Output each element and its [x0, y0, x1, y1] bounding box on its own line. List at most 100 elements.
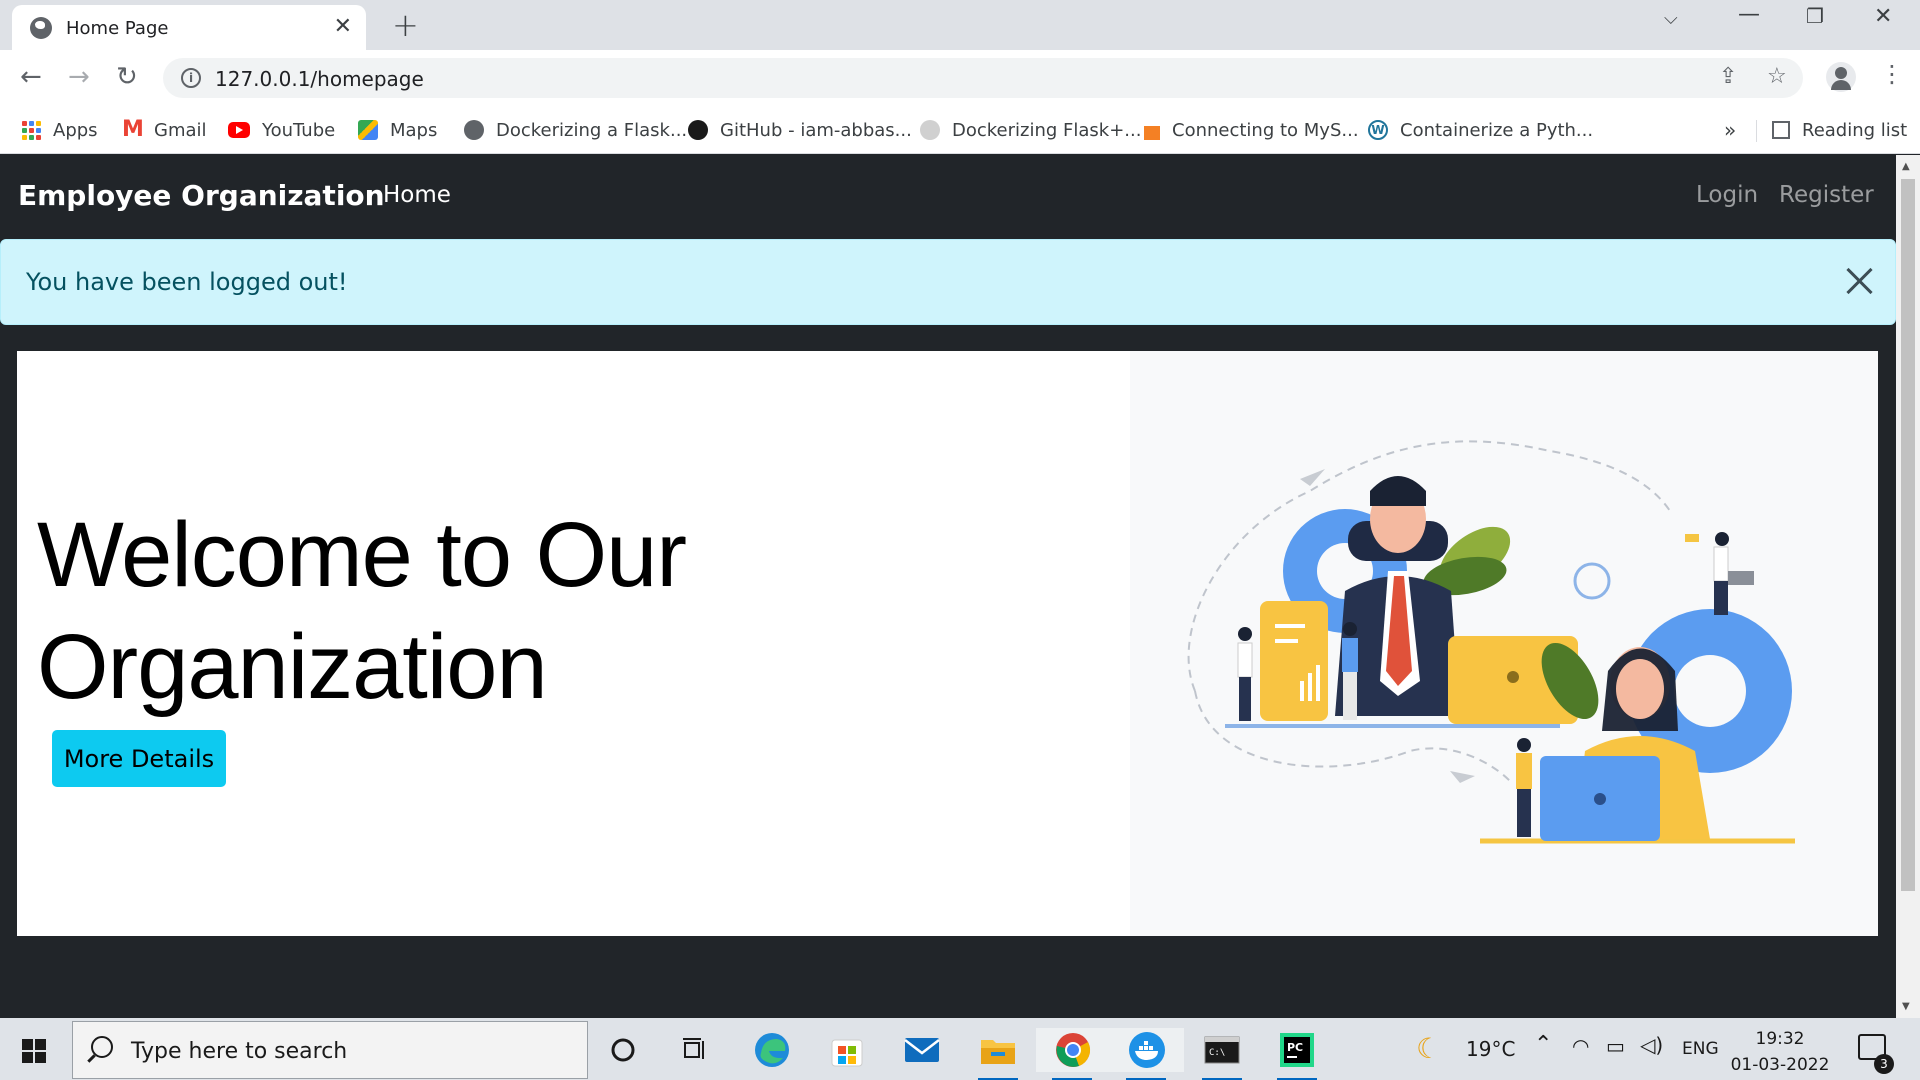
tab-search-icon[interactable]: ⌵: [1664, 8, 1678, 29]
docker-icon[interactable]: [1110, 1028, 1184, 1080]
battery-icon[interactable]: ▭: [1606, 1034, 1625, 1058]
reload-icon[interactable]: ↻: [116, 62, 138, 92]
logout-alert: You have been logged out!: [0, 239, 1896, 325]
close-window-button[interactable]: ✕: [1874, 4, 1892, 29]
svg-text:C:\: C:\: [1209, 1048, 1225, 1058]
bookmark-dockerizing-flask[interactable]: Dockerizing a Flask...: [464, 116, 687, 144]
gmail-icon: M: [122, 117, 144, 142]
scrollbar-thumb[interactable]: [1901, 179, 1915, 891]
bookmark-apps[interactable]: Apps: [22, 116, 98, 144]
pycharm-icon[interactable]: PC: [1275, 1028, 1319, 1080]
bookmarks-bar: Apps M Gmail YouTube Maps Dockerizing a …: [0, 106, 1920, 154]
hero-illustration: [1130, 351, 1878, 936]
page-scrollbar[interactable]: ▲ ▼: [1896, 155, 1920, 1018]
reading-list-icon: [1772, 121, 1790, 139]
bookmark-connecting-mysql[interactable]: Connecting to MyS...: [1144, 116, 1359, 144]
chrome-icon[interactable]: [1036, 1028, 1110, 1080]
browser-tab[interactable]: Home Page ✕: [12, 5, 366, 50]
scroll-down-arrow-icon[interactable]: ▼: [1902, 1001, 1910, 1012]
bookmark-label: GitHub - iam-abbas...: [720, 119, 912, 141]
reading-list-button[interactable]: Reading list: [1772, 116, 1907, 144]
nav-register-link[interactable]: Register: [1779, 182, 1874, 208]
more-bookmarks-button[interactable]: »: [1724, 118, 1736, 142]
restore-button[interactable]: ❐: [1806, 4, 1824, 28]
bookmark-label: Gmail: [154, 119, 207, 141]
more-details-button[interactable]: More Details: [52, 730, 226, 787]
bookmark-containerize-python[interactable]: W Containerize a Pyth...: [1368, 116, 1593, 144]
back-arrow-icon[interactable]: ←: [20, 62, 42, 92]
bookmark-maps[interactable]: Maps: [358, 116, 437, 144]
clock-date: 01-03-2022: [1730, 1055, 1830, 1075]
windows-taskbar: Type here to search C:\ PC ☾ 19°C ⌃ ◠ ▭ …: [0, 1018, 1920, 1080]
volume-icon[interactable]: ◁): [1640, 1033, 1663, 1057]
hero-title-line1: Welcome to Our: [37, 504, 687, 606]
wifi-icon[interactable]: ◠: [1572, 1034, 1589, 1058]
bookmark-youtube[interactable]: YouTube: [228, 116, 335, 144]
scroll-up-arrow-icon[interactable]: ▲: [1902, 161, 1910, 172]
apps-grid-icon: [22, 120, 41, 140]
profile-avatar-icon[interactable]: [1826, 62, 1856, 92]
hero-section: Welcome to Our Organization More Details: [17, 351, 1878, 936]
alert-message: You have been logged out!: [26, 268, 348, 296]
hero-title-line2: Organization: [37, 616, 548, 718]
bookmark-label: Maps: [390, 119, 438, 141]
edge-browser-icon[interactable]: [750, 1028, 794, 1072]
windows-start-icon[interactable]: [22, 1039, 46, 1063]
search-placeholder: Type here to search: [131, 1039, 348, 1064]
bookmark-label: Apps: [53, 119, 98, 141]
bookmark-dockerizing-flask-plus[interactable]: Dockerizing Flask+...: [920, 116, 1141, 144]
browser-tab-strip: Home Page ✕ + ⌵ — ❐ ✕: [0, 0, 1920, 50]
bookmarks-divider: [1756, 120, 1757, 142]
globe-icon: [464, 120, 484, 140]
bookmark-github[interactable]: GitHub - iam-abbas...: [688, 116, 912, 144]
weather-temperature[interactable]: 19°C: [1466, 1037, 1515, 1061]
chevron-up-icon[interactable]: ⌃: [1534, 1032, 1552, 1057]
command-prompt-icon[interactable]: C:\: [1200, 1028, 1244, 1080]
cortana-icon[interactable]: [601, 1028, 645, 1072]
site-icon: [920, 120, 940, 140]
taskbar-clock[interactable]: 19:32 01-03-2022: [1724, 1026, 1836, 1078]
share-icon[interactable]: ⇪: [1719, 64, 1737, 89]
maps-icon: [358, 120, 378, 140]
alert-close-icon[interactable]: [1839, 260, 1879, 300]
bookmark-label: Dockerizing a Flask...: [496, 119, 688, 141]
clock-time: 19:32: [1755, 1029, 1805, 1049]
nav-login-link[interactable]: Login: [1696, 182, 1758, 208]
search-icon: [91, 1036, 113, 1058]
url-text[interactable]: 127.0.0.1/homepage: [215, 67, 424, 91]
wordpress-icon: W: [1368, 120, 1388, 140]
bookmark-label: Dockerizing Flask+...: [952, 119, 1142, 141]
close-tab-icon[interactable]: ✕: [334, 14, 352, 39]
taskbar-search-input[interactable]: Type here to search: [72, 1021, 588, 1079]
bookmark-star-icon[interactable]: ☆: [1767, 64, 1787, 89]
bookmark-gmail[interactable]: M Gmail: [122, 116, 207, 144]
hero-title: Welcome to Our Organization: [37, 499, 837, 723]
page-viewport: Employee Organization Home Login Registe…: [0, 155, 1896, 1018]
nav-home-link[interactable]: Home: [383, 182, 451, 208]
bookmark-label: Connecting to MyS...: [1172, 119, 1359, 141]
minimize-button[interactable]: —: [1738, 2, 1760, 27]
address-bar[interactable]: i 127.0.0.1/homepage ⇪ ☆: [163, 58, 1803, 98]
notification-count-badge: 3: [1874, 1054, 1894, 1074]
language-indicator[interactable]: ENG: [1682, 1039, 1719, 1059]
mail-icon[interactable]: [900, 1028, 944, 1072]
reading-list-label: Reading list: [1802, 119, 1908, 141]
site-info-icon[interactable]: i: [181, 68, 201, 88]
site-navbar: Employee Organization Home Login Registe…: [0, 155, 1896, 239]
browser-toolbar: ← → ↻ i 127.0.0.1/homepage ⇪ ☆ ⋮: [0, 50, 1920, 106]
bookmark-label: YouTube: [262, 119, 336, 141]
file-explorer-icon[interactable]: [976, 1028, 1020, 1080]
weather-moon-icon[interactable]: ☾: [1416, 1032, 1441, 1065]
forward-arrow-icon[interactable]: →: [68, 62, 90, 92]
new-tab-button[interactable]: +: [392, 6, 419, 44]
svg-text:PC: PC: [1287, 1041, 1303, 1054]
bookmark-label: Containerize a Pyth...: [1400, 119, 1594, 141]
tab-title: Home Page: [66, 18, 169, 39]
github-icon: [688, 120, 708, 140]
site-brand[interactable]: Employee Organization: [18, 179, 385, 212]
microsoft-store-icon[interactable]: [825, 1028, 869, 1072]
stackoverflow-icon: [1144, 120, 1160, 140]
task-view-icon[interactable]: [673, 1028, 717, 1072]
youtube-icon: [228, 122, 250, 138]
browser-menu-icon[interactable]: ⋮: [1880, 60, 1904, 88]
